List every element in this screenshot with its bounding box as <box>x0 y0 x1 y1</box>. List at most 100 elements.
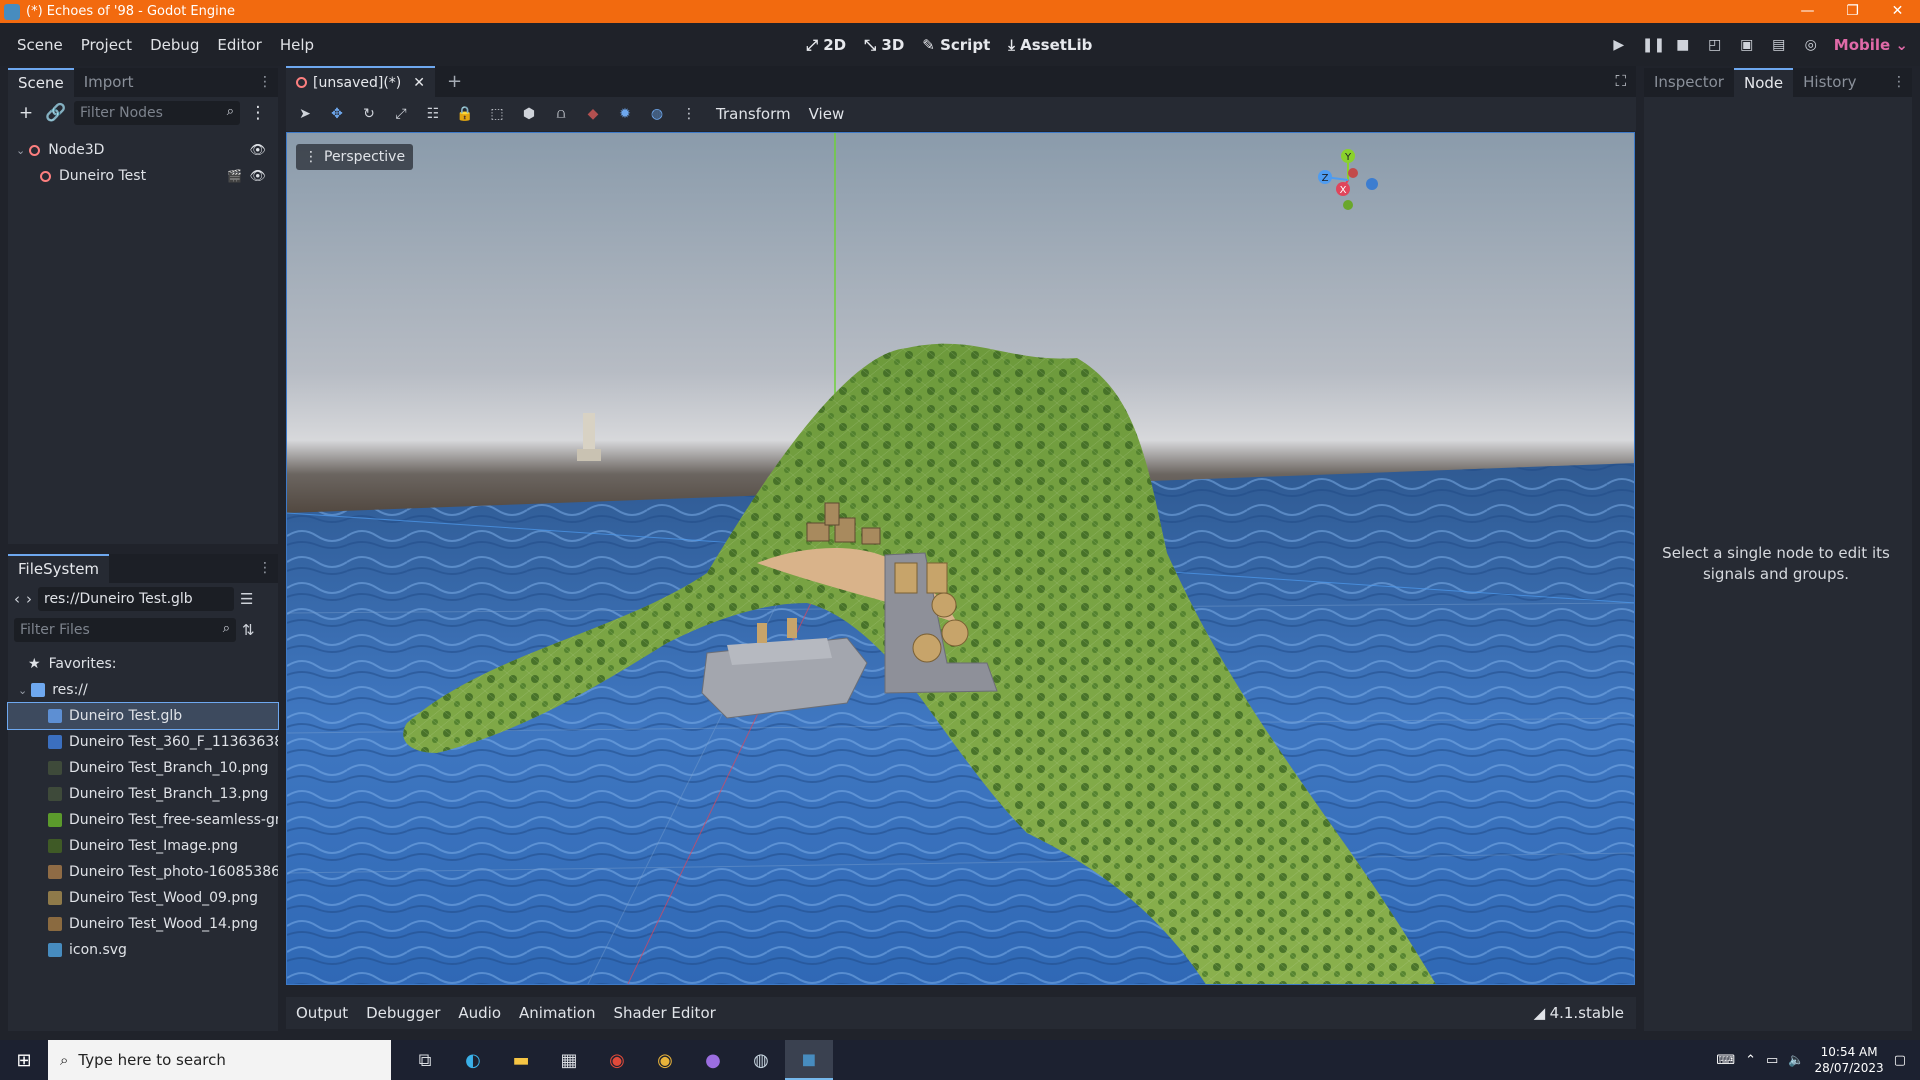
steam-icon[interactable]: ◍ <box>737 1040 785 1080</box>
visibility-eye-icon[interactable]: 👁 <box>249 143 266 158</box>
distraction-free-icon[interactable]: ⛶ <box>1615 72 1626 90</box>
group-icon[interactable]: ⬚ <box>488 106 506 122</box>
dock-menu-icon[interactable]: ⋮ <box>1892 74 1906 90</box>
dock-menu-icon[interactable]: ⋮ <box>258 560 272 576</box>
workspace-assetlib-button[interactable]: ⤓ AssetLib <box>1008 36 1092 54</box>
close-window-button[interactable]: ✕ <box>1875 0 1920 23</box>
scene-menu-icon[interactable]: ⋮ <box>246 103 270 123</box>
perspective-menu-button[interactable]: ⋮ Perspective <box>296 144 414 170</box>
edge-icon[interactable]: ◐ <box>449 1040 497 1080</box>
movie-maker-icon[interactable]: ◎ <box>1802 37 1820 53</box>
menu-scene[interactable]: Scene <box>8 36 72 54</box>
rotate-tool-icon[interactable]: ↻ <box>360 106 378 122</box>
play-icon[interactable]: ▶ <box>1610 37 1628 53</box>
visibility-eye-icon[interactable]: 👁 <box>249 169 266 184</box>
tab-audio[interactable]: Audio <box>458 1004 501 1022</box>
close-tab-icon[interactable]: ✕ <box>413 75 425 91</box>
split-mode-icon[interactable]: ☰ <box>240 590 253 608</box>
keyboard-icon[interactable]: ⌨ <box>1716 1053 1735 1068</box>
taskbar-clock[interactable]: 10:54 AM 28/07/2023 <box>1815 1044 1884 1076</box>
tab-shader-editor[interactable]: Shader Editor <box>613 1004 715 1022</box>
godot-taskbar-icon[interactable]: ◼ <box>785 1040 833 1080</box>
file-row[interactable]: Duneiro Test_360_F_113636383_ <box>8 729 278 755</box>
transform-menu[interactable]: Transform <box>716 105 791 123</box>
tray-chevron-icon[interactable]: ⌃ <box>1745 1053 1756 1068</box>
windows-start-icon[interactable]: ⊞ <box>0 1050 48 1071</box>
maximize-button[interactable]: ❐ <box>1830 0 1875 23</box>
forward-icon[interactable]: › <box>26 590 32 608</box>
res-root-row[interactable]: ⌄ res:// <box>8 677 278 703</box>
file-row[interactable]: Duneiro Test_photo-1608538620 <box>8 859 278 885</box>
chrome-profile-icon[interactable]: ◉ <box>641 1040 689 1080</box>
file-row[interactable]: Duneiro Test_Wood_14.png <box>8 911 278 937</box>
tab-import[interactable]: Import <box>74 68 144 97</box>
tab-inspector[interactable]: Inspector <box>1644 68 1734 97</box>
workspace-2d-button[interactable]: ⤢ 2D <box>806 36 846 54</box>
back-icon[interactable]: ‹ <box>14 590 20 608</box>
camera-preview-icon[interactable]: ◆ <box>584 106 602 122</box>
collapse-icon[interactable]: ⌄ <box>16 144 25 157</box>
filter-nodes-input[interactable]: Filter Nodes ⌕ <box>74 101 240 125</box>
remote-debug-icon[interactable]: ◰ <box>1706 37 1724 53</box>
store-icon[interactable]: ▦ <box>545 1040 593 1080</box>
workspace-script-button[interactable]: ✎ Script <box>922 36 990 54</box>
lock-icon[interactable]: 🔒 <box>456 106 474 122</box>
network-icon[interactable]: ▭ <box>1766 1053 1778 1068</box>
taskbar-search-input[interactable]: ⌕ Type here to search <box>48 1040 391 1080</box>
filter-files-input[interactable]: Filter Files ⌕ <box>14 618 236 642</box>
menu-project[interactable]: Project <box>72 36 141 54</box>
add-scene-tab-icon[interactable]: + <box>447 71 462 92</box>
open-in-editor-icon[interactable]: 🎬 <box>227 169 242 183</box>
scene-render[interactable]: Y X Z <box>287 133 1635 985</box>
github-icon[interactable]: ● <box>689 1040 737 1080</box>
tab-output[interactable]: Output <box>296 1004 348 1022</box>
sun-preview-icon[interactable]: ✹ <box>616 106 634 122</box>
file-row[interactable]: icon.svg <box>8 937 278 963</box>
dock-menu-icon[interactable]: ⋮ <box>258 74 272 90</box>
play-scene-icon[interactable]: ▣ <box>1738 37 1756 53</box>
minimize-button[interactable]: — <box>1785 0 1830 23</box>
menu-debug[interactable]: Debug <box>141 36 208 54</box>
renderer-selector[interactable]: Mobile ⌄ <box>1834 36 1908 54</box>
3d-viewport[interactable]: Y X Z ⋮ Perspective <box>286 132 1635 985</box>
add-node-icon[interactable]: + <box>14 103 38 123</box>
file-row[interactable]: Duneiro Test_Wood_09.png <box>8 885 278 911</box>
file-row[interactable]: Duneiro Test_Branch_10.png <box>8 755 278 781</box>
tab-debugger[interactable]: Debugger <box>366 1004 440 1022</box>
tab-filesystem[interactable]: FileSystem <box>8 554 110 583</box>
notifications-icon[interactable]: ▢ <box>1894 1053 1906 1068</box>
volume-icon[interactable]: 🔈 <box>1788 1053 1804 1068</box>
tree-node-duneiro-test[interactable]: Duneiro Test 🎬 👁 <box>8 163 278 189</box>
tab-animation[interactable]: Animation <box>519 1004 595 1022</box>
chrome-icon[interactable]: ◉ <box>593 1040 641 1080</box>
move-tool-icon[interactable]: ✥ <box>328 106 346 122</box>
sort-icon[interactable]: ⇅ <box>242 621 255 639</box>
tree-node-node3d[interactable]: ⌄ Node3D 👁 <box>8 137 278 163</box>
environment-preview-icon[interactable]: ◍ <box>648 106 666 122</box>
collapse-icon[interactable]: ⌄ <box>18 684 27 697</box>
more-options-icon[interactable]: ⋮ <box>680 106 698 122</box>
file-row[interactable]: Duneiro Test_Branch_13.png <box>8 781 278 807</box>
play-custom-scene-icon[interactable]: ▤ <box>1770 37 1788 53</box>
local-space-icon[interactable]: ⬢ <box>520 106 538 122</box>
menu-help[interactable]: Help <box>271 36 323 54</box>
scene-tab-unsaved[interactable]: [unsaved](*) ✕ <box>286 66 435 97</box>
tab-node[interactable]: Node <box>1733 68 1794 97</box>
scale-tool-icon[interactable]: ⤢ <box>392 106 410 122</box>
pause-icon[interactable]: ❚❚ <box>1642 37 1665 53</box>
select-tool-icon[interactable]: ➤ <box>296 106 314 122</box>
stop-icon[interactable]: ■ <box>1674 37 1692 53</box>
view-menu[interactable]: View <box>809 105 845 123</box>
workspace-3d-button[interactable]: ⤡ 3D <box>864 36 904 54</box>
path-field[interactable]: res://Duneiro Test.glb <box>38 587 234 611</box>
file-explorer-icon[interactable]: ▬ <box>497 1040 545 1080</box>
tab-scene[interactable]: Scene <box>8 68 74 97</box>
file-row[interactable]: Duneiro Test_Image.png <box>8 833 278 859</box>
instance-scene-icon[interactable]: 🔗 <box>44 103 68 123</box>
file-row[interactable]: Duneiro Test.glb <box>7 702 279 730</box>
tab-history[interactable]: History <box>1793 68 1866 97</box>
selectable-list-icon[interactable]: ☷ <box>424 106 442 122</box>
menu-editor[interactable]: Editor <box>208 36 270 54</box>
favorites-row[interactable]: ★ Favorites: <box>8 651 278 677</box>
task-view-icon[interactable]: ⧉ <box>401 1040 449 1080</box>
